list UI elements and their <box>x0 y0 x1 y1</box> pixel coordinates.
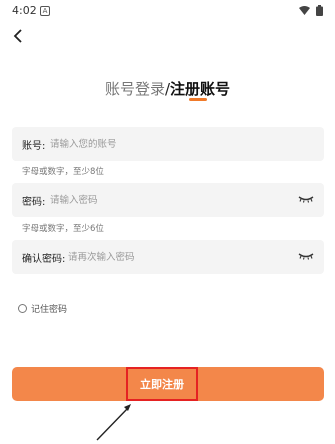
register-button[interactable]: 立即注册 <box>12 367 324 401</box>
status-bar: 4:02 A <box>0 0 335 22</box>
account-label: 账号: <box>22 141 46 152</box>
auth-tabs: 账号登录/注册账号 <box>0 78 335 99</box>
status-time: 4:02 <box>12 4 37 17</box>
tab-register[interactable]: 注册账号 <box>170 80 230 98</box>
password-field: 密码: <box>12 183 324 217</box>
notification-badge: A <box>40 6 50 16</box>
password-label: 密码: <box>22 197 46 208</box>
register-button-label: 立即注册 <box>126 367 198 401</box>
confirm-password-field: 确认密码: <box>12 240 324 274</box>
wifi-icon <box>299 6 310 15</box>
eye-closed-icon[interactable] <box>298 252 314 260</box>
account-hint: 字母或数字，至少8位 <box>22 167 104 177</box>
tab-login[interactable]: 账号登录 <box>105 80 165 98</box>
account-field: 账号: <box>12 127 324 161</box>
back-button[interactable] <box>8 26 28 46</box>
password-input[interactable] <box>50 189 290 211</box>
confirm-password-input[interactable] <box>68 246 290 268</box>
active-tab-indicator <box>189 98 207 101</box>
password-hint: 字母或数字，至少6位 <box>22 224 104 234</box>
status-icons <box>299 5 323 16</box>
battery-icon <box>316 5 323 16</box>
remember-radio[interactable] <box>18 304 27 313</box>
remember-label: 记住密码 <box>31 305 68 315</box>
eye-closed-icon[interactable] <box>298 195 314 203</box>
remember-password[interactable]: 记住密码 <box>18 302 67 315</box>
account-input[interactable] <box>50 133 310 155</box>
back-arrow-icon <box>13 29 22 43</box>
confirm-password-label: 确认密码: <box>22 254 66 265</box>
